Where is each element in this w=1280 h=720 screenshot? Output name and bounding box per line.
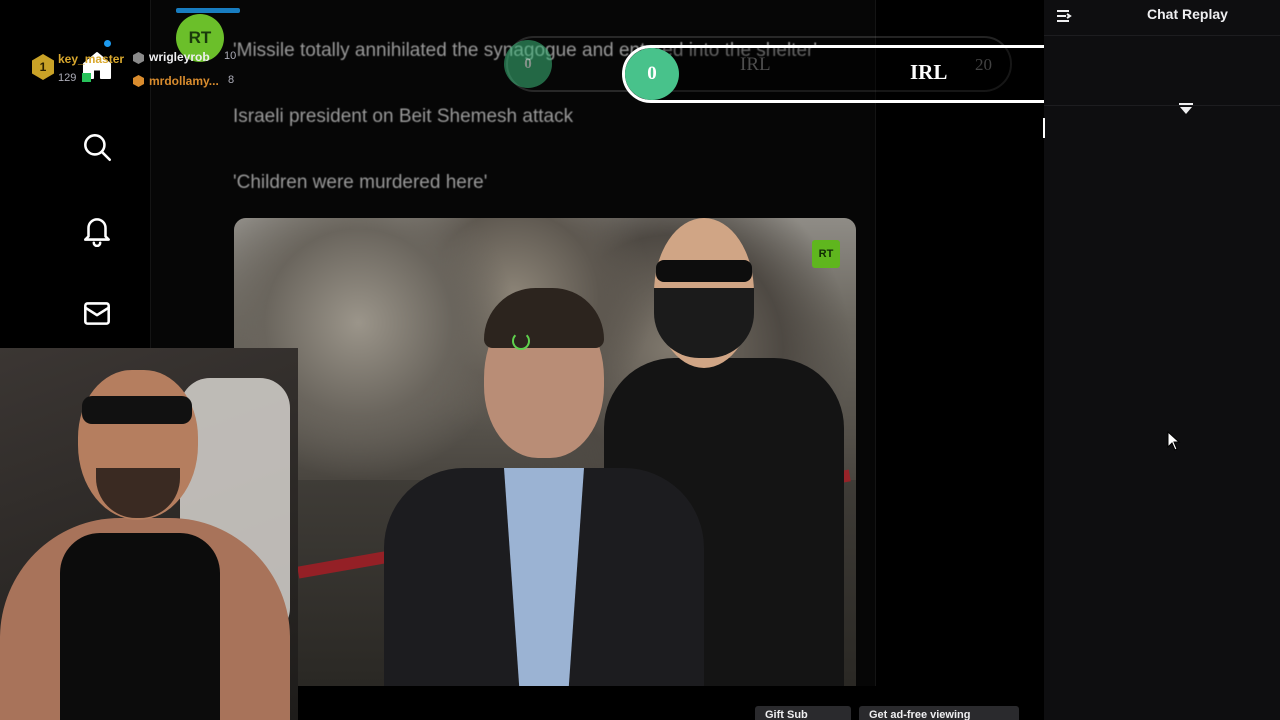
chat-leaderboard[interactable] (1044, 38, 1280, 106)
chat-replay-panel: Chat Replay (1044, 0, 1280, 720)
poll-count-bubble: 0 (625, 48, 679, 100)
leaderboard-user-3[interactable]: mrdollamy... (149, 74, 219, 88)
collapse-chat-icon[interactable] (1054, 6, 1074, 26)
search-icon (84, 134, 112, 162)
channel-points-icon (82, 73, 91, 82)
poll-option-label: IRL (910, 60, 948, 84)
ad-free-button[interactable]: Get ad-free viewing (859, 706, 1019, 720)
leaderboard-user-2[interactable]: wrigleyrob (149, 50, 210, 64)
chat-title: Chat Replay (1147, 6, 1228, 22)
video-person-speaker (384, 278, 704, 686)
screen: RT 'Missile totally annihilated the syna… (0, 0, 1280, 720)
messages-button[interactable] (72, 288, 122, 338)
leaderboard-user-1[interactable]: key_master (58, 52, 124, 66)
mail-icon (84, 302, 110, 325)
loading-spinner-icon (512, 332, 530, 350)
leaderboard-points-1: 129 (58, 72, 77, 84)
home-indicator-dot (104, 40, 111, 47)
poll-ghost-count-bubble: 0 (504, 40, 552, 88)
mouse-pointer-icon (1167, 430, 1181, 451)
tweet-video[interactable]: RT (234, 218, 856, 686)
tweet-text-line-3: 'Children were murdered here' (233, 172, 488, 193)
tweet-header-bar (176, 8, 240, 13)
tweet-text-line-2: Israeli president on Beit Shemesh attack (233, 106, 574, 127)
text-cursor (1043, 118, 1045, 138)
streamer-webcam (0, 348, 298, 720)
gift-sub-button[interactable]: Gift Sub (755, 706, 851, 720)
rt-logo-watermark: RT (812, 240, 840, 268)
search-button[interactable] (72, 122, 122, 172)
chevron-down-icon[interactable] (1179, 102, 1193, 114)
bell-icon (84, 218, 110, 247)
chat-header: Chat Replay (1044, 0, 1280, 36)
leaderboard-value-3: 8 (228, 74, 235, 86)
leaderboard-value-2: 10 (224, 50, 237, 62)
notifications-button[interactable] (72, 205, 122, 255)
